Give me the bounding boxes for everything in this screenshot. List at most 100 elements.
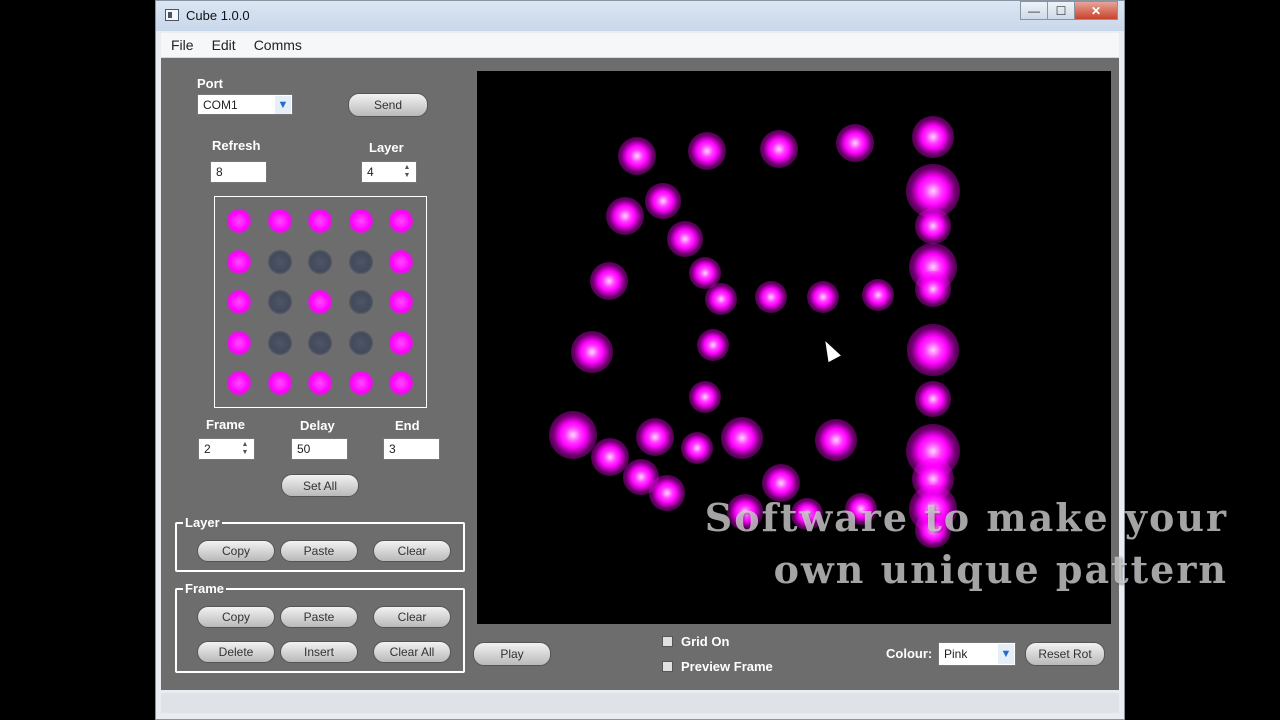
delay-input[interactable]: 50: [291, 438, 348, 460]
cube-led: [915, 208, 951, 244]
frame-group: Frame Copy Paste Clear Delete Insert Cle…: [175, 581, 465, 673]
led-cell[interactable]: [308, 209, 332, 233]
led-cell[interactable]: [348, 330, 373, 355]
led-cell[interactable]: [348, 209, 373, 233]
led-cell[interactable]: [389, 371, 413, 395]
cube-led: [915, 271, 951, 307]
overlay-line-2: own unique pattern: [773, 547, 1228, 592]
reset-rot-button[interactable]: Reset Rot: [1025, 642, 1105, 666]
cube-led: [755, 281, 787, 313]
cube-led: [705, 283, 737, 315]
frame-insert-button[interactable]: Insert: [280, 641, 358, 663]
led-cell[interactable]: [227, 209, 251, 233]
overlay-line-1: Software to make your: [704, 495, 1228, 540]
refresh-input[interactable]: 8: [210, 161, 267, 183]
cube-led: [681, 432, 713, 464]
cube-led: [549, 411, 597, 459]
menu-file[interactable]: File: [163, 37, 202, 53]
status-bar: [161, 693, 1119, 713]
cube-led: [617, 136, 657, 176]
cube-led: [815, 419, 857, 461]
cube-led: [589, 261, 629, 301]
colour-select[interactable]: Pink ▼: [938, 642, 1016, 666]
led-cell[interactable]: [308, 330, 332, 355]
frame-paste-button[interactable]: Paste: [280, 606, 358, 628]
port-value: COM1: [203, 97, 238, 112]
window-title: Cube 1.0.0: [186, 8, 250, 23]
maximize-icon[interactable]: ☐: [1047, 1, 1075, 20]
led-cell[interactable]: [227, 249, 251, 274]
led-cell[interactable]: [267, 209, 292, 233]
colour-label: Colour:: [886, 646, 933, 661]
frame-label: Frame: [206, 417, 246, 432]
spinner-arrows-icon[interactable]: ▲ ▼: [400, 164, 414, 180]
close-icon[interactable]: ✕: [1074, 1, 1118, 20]
cube-led: [645, 183, 681, 219]
led-cell[interactable]: [308, 290, 332, 314]
cube-led: [912, 116, 954, 158]
cube-led: [759, 129, 799, 169]
cube-led: [721, 417, 763, 459]
led-cell[interactable]: [348, 290, 373, 314]
menu-comms[interactable]: Comms: [246, 37, 310, 53]
port-label: Port: [197, 76, 223, 91]
colour-value: Pink: [944, 647, 968, 661]
minimize-icon[interactable]: —: [1020, 1, 1048, 20]
end-input[interactable]: 3: [383, 438, 440, 460]
cube-led: [915, 381, 951, 417]
cube-led: [667, 221, 703, 257]
layer-label: Layer: [369, 140, 404, 155]
spinner-arrows-icon[interactable]: ▲ ▼: [238, 441, 252, 457]
layer-group: Layer Copy Paste Clear: [175, 515, 465, 572]
layer-stepper[interactable]: 4 ▲ ▼: [361, 161, 417, 183]
layer-paste-button[interactable]: Paste: [280, 540, 358, 562]
frame-delete-button[interactable]: Delete: [197, 641, 275, 663]
preview-frame-label: Preview Frame: [681, 659, 773, 674]
led-cell[interactable]: [267, 371, 292, 395]
cube-led: [862, 279, 894, 311]
layer-copy-button[interactable]: Copy: [197, 540, 275, 562]
led-cell[interactable]: [348, 249, 373, 274]
port-select[interactable]: COM1 ▼: [197, 94, 293, 115]
led-cell[interactable]: [227, 330, 251, 355]
cube-led: [689, 381, 721, 413]
led-cell[interactable]: [389, 290, 413, 314]
overlay-caption: Software to make your own unique pattern: [600, 492, 1228, 596]
frame-clear-all-button[interactable]: Clear All: [373, 641, 451, 663]
led-cell[interactable]: [267, 290, 292, 314]
cube-led: [697, 329, 729, 361]
end-label: End: [395, 418, 420, 433]
window-controls: — ☐ ✕: [1020, 1, 1118, 21]
grid-on-label: Grid On: [681, 634, 730, 649]
layer-group-title: Layer: [183, 515, 222, 531]
cube-led: [907, 324, 959, 376]
layer-value: 4: [367, 165, 374, 179]
preview-frame-checkbox[interactable]: [662, 661, 673, 672]
delay-label: Delay: [300, 418, 335, 433]
led-cell[interactable]: [308, 249, 332, 274]
set-all-button[interactable]: Set All: [281, 474, 359, 497]
led-cell[interactable]: [389, 209, 413, 233]
led-cell[interactable]: [267, 330, 292, 355]
led-cell[interactable]: [308, 371, 332, 395]
frame-value: 2: [204, 442, 211, 456]
send-button[interactable]: Send: [348, 93, 428, 117]
title-bar[interactable]: Cube 1.0.0 — ☐ ✕: [156, 1, 1124, 31]
play-button[interactable]: Play: [473, 642, 551, 666]
menu-edit[interactable]: Edit: [204, 37, 244, 53]
app-window: Cube 1.0.0 — ☐ ✕ File Edit Comms Port CO…: [155, 0, 1125, 720]
frame-stepper[interactable]: 2 ▲ ▼: [198, 438, 255, 460]
cube-led: [635, 417, 675, 457]
frame-copy-button[interactable]: Copy: [197, 606, 275, 628]
led-cell[interactable]: [389, 330, 413, 355]
frame-clear-button[interactable]: Clear: [373, 606, 451, 628]
grid-on-checkbox[interactable]: [662, 636, 673, 647]
chevron-down-icon: ▼: [275, 96, 291, 114]
led-cell[interactable]: [348, 371, 373, 395]
led-cell[interactable]: [389, 249, 413, 274]
led-cell[interactable]: [227, 371, 251, 395]
led-cell[interactable]: [227, 290, 251, 314]
layer-clear-button[interactable]: Clear: [373, 540, 451, 562]
led-cell[interactable]: [267, 249, 292, 274]
frame-group-title: Frame: [183, 581, 227, 597]
